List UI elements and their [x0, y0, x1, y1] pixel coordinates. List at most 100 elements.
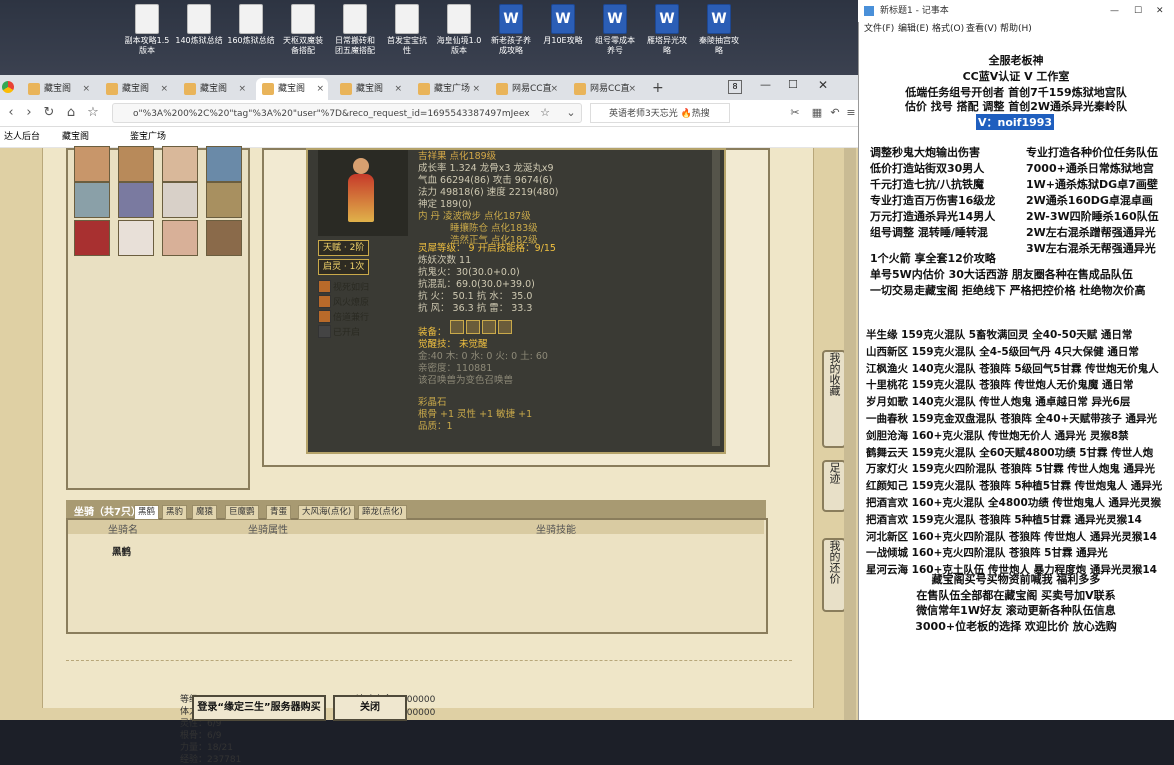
notepad-menu-item[interactable]: 格式(O) [932, 22, 964, 36]
pet-avatar[interactable] [74, 182, 110, 218]
tab-close-icon[interactable]: × [82, 78, 90, 100]
pet-avatar[interactable] [162, 220, 198, 256]
tab-close-icon[interactable]: × [238, 78, 246, 100]
desktop-icon[interactable]: 首发宝宝抗 性 [380, 4, 434, 56]
new-tab-button[interactable]: + [652, 80, 664, 96]
np-close-button[interactable]: ✕ [1156, 0, 1164, 22]
pet-avatar[interactable] [74, 220, 110, 256]
bookmark-item-0[interactable]: 达人后台 [4, 127, 40, 147]
footprint-button[interactable]: 足迹 [822, 460, 846, 512]
notepad-menu-item[interactable]: 编辑(E) [898, 22, 929, 36]
desktop-icon[interactable]: 160炼狱总结 [224, 4, 278, 46]
contact-highlight: V：noif1993 [976, 114, 1055, 130]
my-bargain-button[interactable]: 我的还价 [822, 538, 846, 612]
page-scrollbar[interactable] [844, 148, 856, 720]
notepad-line: 岁月如歌 140克火混队 传世人炮鬼 通卓越日常 异光6层 [866, 396, 1131, 409]
qiling-tag[interactable]: 启灵 · 1次 [318, 259, 370, 275]
pet-avatar[interactable] [206, 182, 242, 218]
tab-close-icon[interactable]: × [550, 78, 558, 100]
skill-icon[interactable] [318, 310, 331, 323]
grid-icon[interactable]: ▦ [808, 104, 826, 122]
mount-tab[interactable]: 青蛋 [266, 505, 292, 520]
tab-favicon-icon [418, 83, 430, 95]
minimize-button[interactable]: — [760, 78, 771, 91]
pet-avatar[interactable] [162, 146, 198, 182]
desktop-icon[interactable]: 海皇仙境1.0 版本 [432, 4, 486, 56]
tab-close-icon[interactable]: × [394, 78, 402, 100]
info-scrollbar[interactable] [712, 150, 720, 446]
skill-icon[interactable] [318, 295, 331, 308]
mount-tab[interactable]: 巨魔鹦 [225, 505, 259, 520]
back-button[interactable]: ‹ [2, 104, 20, 122]
desktop-icon[interactable]: 日常搬砖和 团五魔搭配 [328, 4, 382, 56]
browser-tab[interactable]: 藏宝阁 × [334, 78, 406, 100]
browser-logo-icon[interactable] [2, 81, 14, 93]
mount-tab[interactable]: 大风海(点化) [298, 505, 356, 520]
skill-icon[interactable] [318, 325, 331, 338]
browser-tab[interactable]: 网易CC直 × [490, 78, 562, 100]
desktop-icon[interactable]: 天枢双魔装 备搭配 [276, 4, 330, 56]
forward-button[interactable]: › [20, 104, 38, 122]
desktop-icon[interactable]: 副本攻略1.5 版本 [120, 4, 174, 56]
talent-tag[interactable]: 天赋 · 2阶 [318, 240, 370, 256]
mount-tab[interactable]: 蹄龙(点化) [358, 505, 407, 520]
dropdown-chevron-icon[interactable]: ⌄ [562, 104, 580, 122]
skill-icon[interactable] [318, 280, 331, 293]
bookmark-star-icon[interactable]: ☆ [84, 104, 102, 122]
notepad-line: 山西新区 159克火混队 全4-5级回气丹 4只大保健 通日常 [866, 345, 1139, 358]
home-icon[interactable]: ⌂ [62, 104, 80, 122]
tab-close-icon[interactable]: × [160, 78, 168, 100]
pet-equip-icons[interactable] [450, 320, 512, 334]
notepad-line: 2W左右混杀蹭帮强通异光 [1026, 226, 1156, 239]
close-window-button[interactable]: ✕ [818, 78, 828, 92]
tab-close-icon[interactable]: × [628, 78, 636, 100]
desktop-icon[interactable]: W 组号零成本 养号 [588, 4, 642, 56]
np-maximize-button[interactable]: ☐ [1134, 0, 1142, 22]
desktop-icon[interactable]: 140炼狱总结 [172, 4, 226, 46]
tab-count-badge[interactable]: 8 [728, 80, 742, 94]
bookmark-item-1[interactable]: 藏宝阁 [62, 127, 89, 147]
tab-close-icon[interactable]: × [316, 78, 324, 100]
pet-avatar[interactable] [118, 220, 154, 256]
notepad-line: 组号调整 混转睡/睡转混 [870, 226, 988, 239]
desktop-icon[interactable]: W 新老孩子养 成攻略 [484, 4, 538, 56]
pet-avatar[interactable] [118, 146, 154, 182]
browser-tab[interactable]: 网易CC直 × [568, 78, 640, 100]
maximize-button[interactable]: ☐ [788, 78, 798, 91]
pet-avatar[interactable] [206, 220, 242, 256]
pet-avatar[interactable] [206, 146, 242, 182]
pet-avatar[interactable] [162, 182, 198, 218]
browser-tab[interactable]: 藏宝广场 × [412, 78, 484, 100]
reload-button[interactable]: ↻ [40, 104, 58, 122]
mount-tab[interactable]: 黑鹤 [134, 505, 160, 520]
close-button[interactable]: 关闭 [333, 695, 407, 721]
browser-tab[interactable]: 藏宝阁 × [22, 78, 94, 100]
np-minimize-button[interactable]: — [1110, 0, 1119, 22]
bookmark-item-2[interactable]: 鉴宝广场 [130, 127, 166, 147]
desktop-icon[interactable]: W 秦陵抽宫攻 略 [692, 4, 746, 56]
notepad-menu-item[interactable]: 帮助(H) [1000, 22, 1032, 36]
tab-close-icon[interactable]: × [472, 78, 480, 100]
search-input[interactable]: 英语老师3天忘光 🔥热搜 [590, 103, 730, 123]
scissors-icon[interactable]: ✂ [786, 104, 804, 122]
browser-tab[interactable]: 藏宝阁 × [256, 78, 328, 100]
login-server-buy-button[interactable]: 登录“缘定三生”服务器购买 [192, 695, 326, 721]
notepad-line: 万家灯火 159克火四阶混队 苍狼阵 5甘霖 传世人炮鬼 通异光 [866, 463, 1156, 476]
mount-tab[interactable]: 魔猿 [192, 505, 218, 520]
notepad-menu-item[interactable]: 查看(V) [966, 22, 997, 36]
pet-avatar[interactable] [74, 146, 110, 182]
desktop-icon[interactable]: W 雁塔异光攻 略 [640, 4, 694, 56]
browser-tab[interactable]: 藏宝阁 × [100, 78, 172, 100]
url-field[interactable]: o"%3A%200%2C%20"tag"%3A%20"user"%7D&reco… [112, 103, 582, 123]
tab-label: 网易CC直 [590, 84, 630, 94]
mount-tab[interactable]: 黑豹 [162, 505, 188, 520]
favorite-star-icon[interactable]: ☆ [536, 104, 554, 122]
desktop-icon[interactable]: W 月10E攻略 [536, 4, 590, 46]
tab-label: 藏宝阁 [122, 84, 150, 94]
browser-tab[interactable]: 藏宝阁 × [178, 78, 250, 100]
notepad-menu-item[interactable]: 文件(F) [864, 22, 894, 36]
pet-avatar[interactable] [118, 182, 154, 218]
desktop-icon-label: 海皇仙境1.0 版本 [436, 36, 482, 55]
skill-label: 风火燎原 [333, 298, 370, 308]
my-favorites-button[interactable]: 我的收藏 [822, 350, 846, 448]
